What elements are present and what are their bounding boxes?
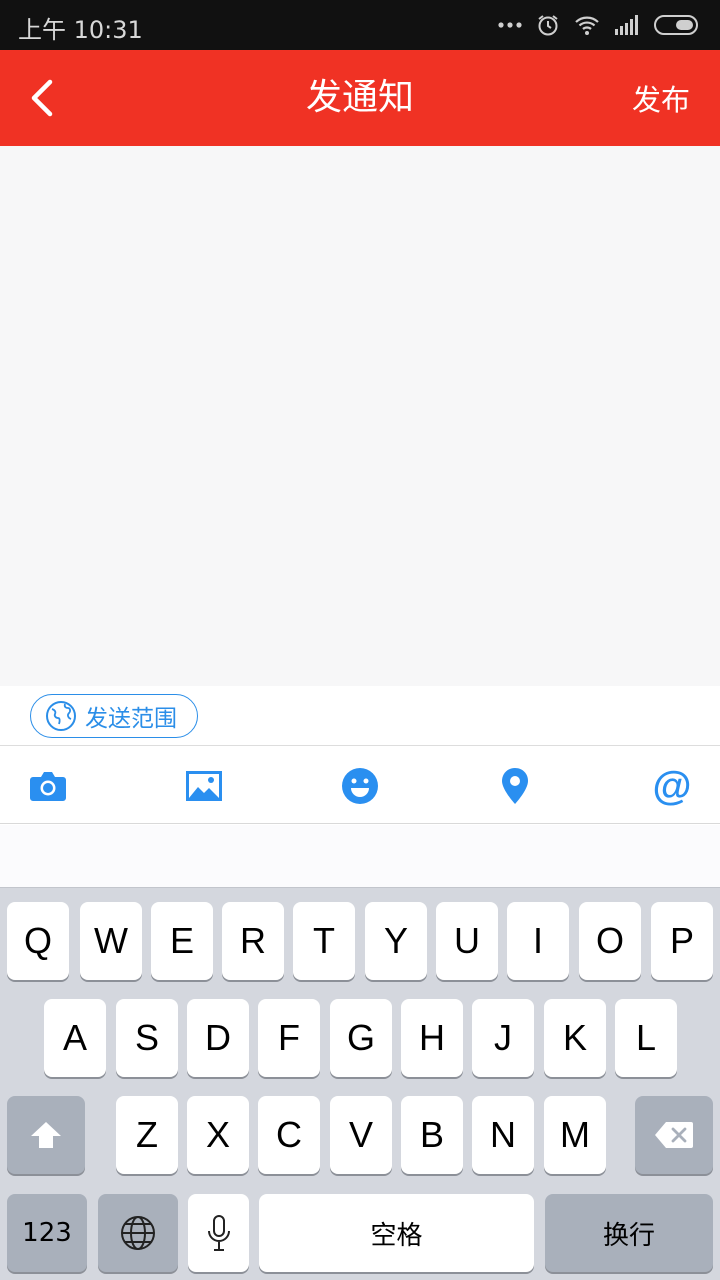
location-icon [502,768,528,804]
key-y[interactable]: Y [365,902,427,980]
keyboard: Q W E R T Y U I O P A S D F G H J K L Z … [0,887,720,1280]
globe-icon [121,1216,155,1250]
mention-icon: @ [652,764,692,808]
alarm-icon [538,15,558,36]
shift-key[interactable] [7,1096,85,1174]
page-title: 发通知 [305,77,414,118]
location-button[interactable] [494,765,536,807]
key-h[interactable]: H [401,999,463,1077]
key-m[interactable]: M [544,1096,606,1174]
key-b[interactable]: B [401,1096,463,1174]
notice-content-input[interactable] [0,146,720,686]
key-s[interactable]: S [116,999,178,1077]
shift-arrow-icon [31,1122,61,1148]
attachment-toolbar: @ [0,747,720,824]
key-c[interactable]: C [258,1096,320,1174]
camera-icon [30,772,66,801]
voice-input-key[interactable] [188,1194,249,1272]
key-p[interactable]: P [651,902,713,980]
more-dots-icon [498,22,522,28]
backspace-key[interactable] [635,1096,713,1174]
signal-icon [615,15,638,35]
publish-button[interactable]: 发布 [632,80,690,120]
microphone-icon [207,1215,230,1251]
toolbar-spacer [0,825,720,887]
camera-button[interactable] [27,765,69,807]
space-key[interactable]: 空格 [259,1194,534,1272]
wifi-icon [575,16,599,35]
send-scope-label: 发送范围 [85,706,177,732]
status-time: 上午 10:31 [18,16,143,44]
emoji-button[interactable] [339,765,381,807]
return-key[interactable]: 换行 [545,1194,713,1272]
status-bar: 上午 10:31 [0,0,720,50]
key-d[interactable]: D [187,999,249,1077]
mention-button[interactable]: @ [651,765,693,807]
send-scope-button[interactable]: 发送范围 [30,694,198,738]
key-a[interactable]: A [44,999,106,1077]
key-x[interactable]: X [187,1096,249,1174]
key-t[interactable]: T [293,902,355,980]
key-o[interactable]: O [579,902,641,980]
key-z[interactable]: Z [116,1096,178,1174]
key-u[interactable]: U [436,902,498,980]
emoji-icon [342,768,378,804]
picture-icon [186,771,222,801]
key-w[interactable]: W [80,902,142,980]
language-key[interactable] [98,1194,178,1272]
picture-button[interactable] [183,765,225,807]
app-header: 发通知 发布 [0,50,720,146]
globe-icon [46,701,76,731]
battery-icon [654,15,698,35]
scope-row: 发送范围 [0,686,720,746]
key-v[interactable]: V [330,1096,392,1174]
key-g[interactable]: G [330,999,392,1077]
key-j[interactable]: J [472,999,534,1077]
key-i[interactable]: I [507,902,569,980]
backspace-icon [655,1122,693,1148]
key-l[interactable]: L [615,999,677,1077]
key-k[interactable]: K [544,999,606,1077]
numbers-key[interactable]: 123 [7,1194,87,1272]
key-e[interactable]: E [151,902,213,980]
key-r[interactable]: R [222,902,284,980]
key-q[interactable]: Q [7,902,69,980]
status-icons [498,12,700,38]
key-f[interactable]: F [258,999,320,1077]
key-n[interactable]: N [472,1096,534,1174]
